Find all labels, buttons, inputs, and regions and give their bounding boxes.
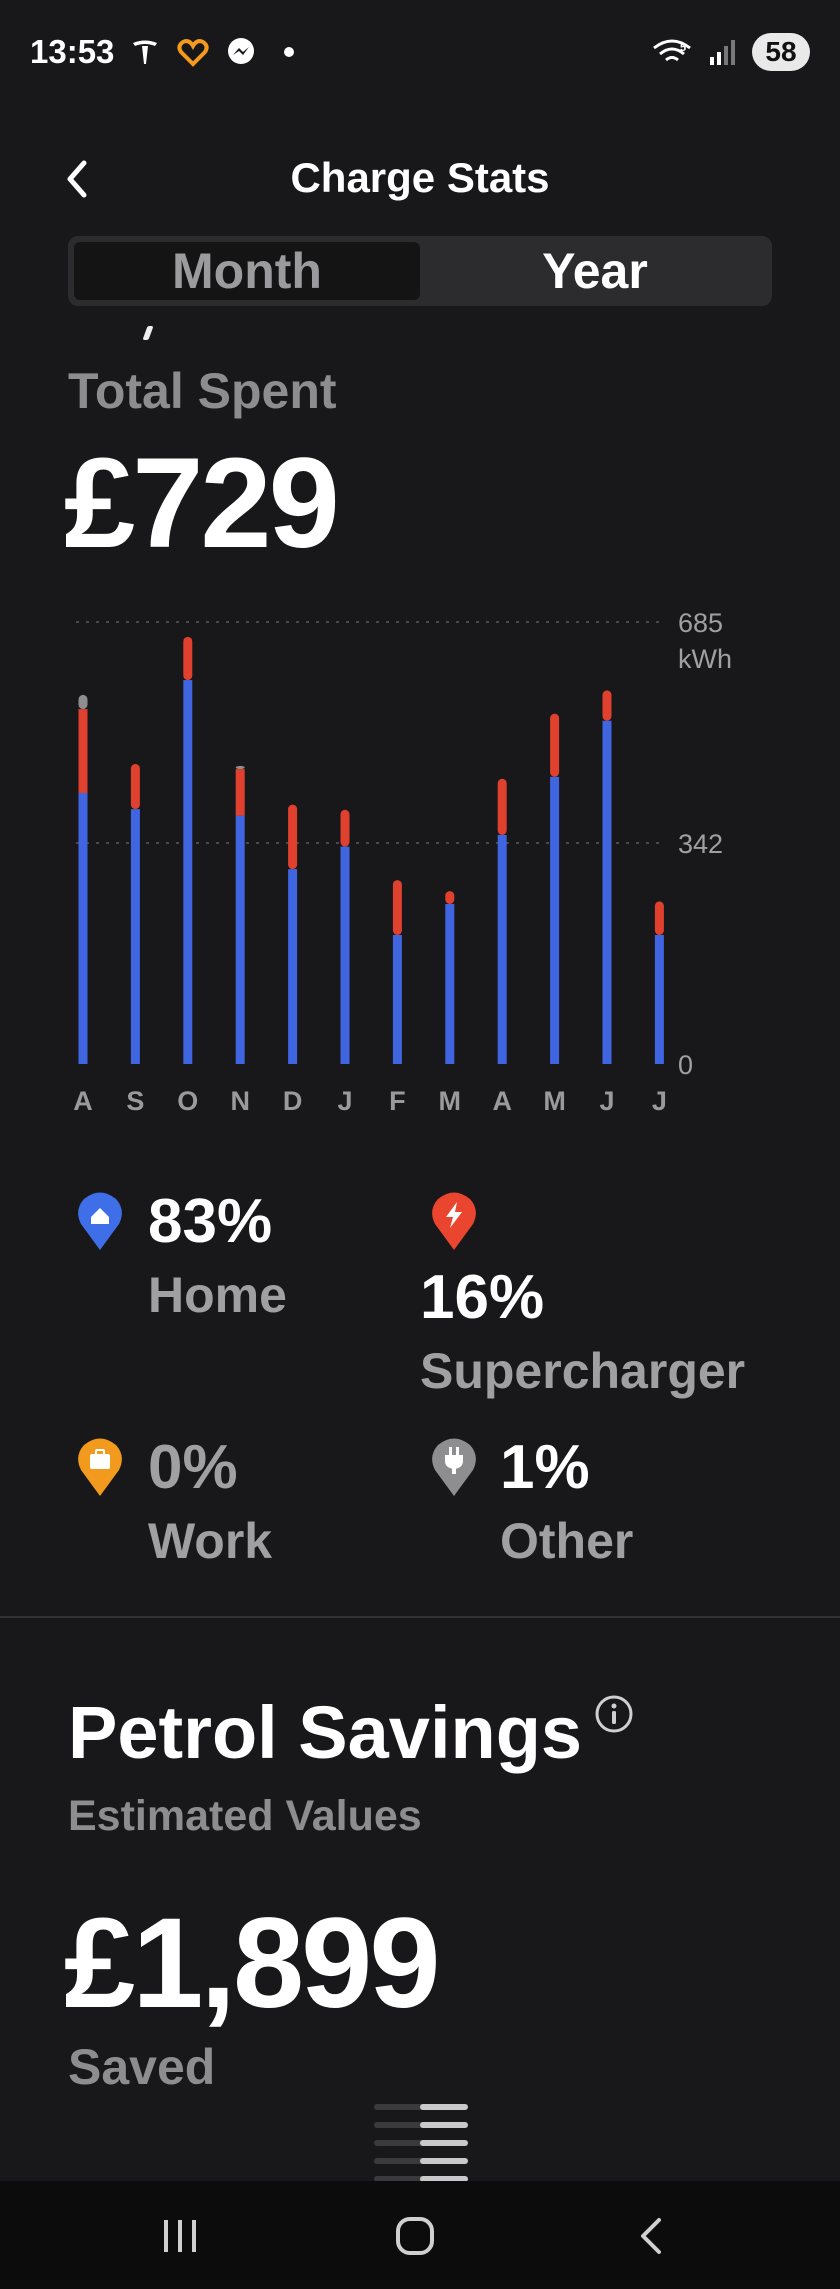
chart-bar-segment bbox=[602, 690, 612, 721]
wifi-icon: 5 bbox=[650, 35, 694, 69]
home-circle-icon bbox=[396, 2217, 434, 2255]
x-tick-label: J bbox=[652, 1086, 667, 1116]
home-label: Home bbox=[148, 1267, 287, 1323]
petrol-savings-subtitle: Estimated Values bbox=[68, 1792, 422, 1840]
y-tick-label: 342 bbox=[678, 829, 723, 859]
supercharger-label: Supercharger bbox=[420, 1343, 746, 1399]
x-tick-label: A bbox=[492, 1086, 512, 1116]
chart-canvas: 6853420kWhA S O N D J F M A M J J bbox=[73, 608, 732, 1116]
chart-bar-segment bbox=[183, 680, 193, 1064]
y-tick-label: 0 bbox=[678, 1050, 693, 1080]
status-left: 13:53 bbox=[30, 33, 306, 71]
work-pin-icon bbox=[78, 1438, 122, 1496]
chart-bar-segment bbox=[392, 934, 402, 1064]
notification-dot-icon bbox=[272, 35, 306, 69]
page-title: Charge Stats bbox=[290, 154, 550, 201]
home-button[interactable] bbox=[380, 2201, 450, 2271]
supercharger-percent: 16% bbox=[420, 1263, 545, 1332]
other-label: Other bbox=[500, 1513, 634, 1569]
messenger-icon bbox=[224, 35, 258, 69]
chart-bar-segment bbox=[392, 880, 402, 935]
chart-bar-segment bbox=[235, 765, 245, 770]
chart-bar-segment bbox=[445, 903, 455, 1064]
chart-bar-segment bbox=[130, 809, 140, 1064]
chart-bar-segment bbox=[340, 846, 350, 1064]
chart-bar-segment bbox=[602, 720, 612, 1064]
chart-bar-segment bbox=[235, 769, 245, 816]
total-spent-label: Total Spent bbox=[68, 363, 337, 419]
status-bar: 13:53 5 58 bbox=[0, 0, 840, 104]
chart-bar-segment bbox=[497, 834, 507, 1064]
x-tick-label: M bbox=[439, 1086, 462, 1116]
petrol-savings-title: Petrol Savings bbox=[68, 1691, 583, 1774]
tab-month[interactable]: Month bbox=[72, 240, 422, 302]
chart-bar-segment bbox=[340, 809, 350, 847]
tab-year[interactable]: Year bbox=[422, 240, 768, 302]
chart-bar-segment bbox=[130, 763, 140, 810]
x-tick-label: D bbox=[283, 1086, 303, 1116]
chart-bar-segment bbox=[497, 778, 507, 835]
chart-bar-segment bbox=[183, 636, 193, 681]
signal-icon bbox=[706, 35, 740, 69]
chart-bar-segment bbox=[78, 709, 88, 793]
header: Charge Stats bbox=[0, 140, 840, 220]
petrol-savings-value: £1,899 bbox=[64, 1892, 440, 2035]
work-label: Work bbox=[148, 1513, 273, 1569]
period-toggle: Month Year bbox=[68, 236, 772, 306]
scroll-fragment bbox=[142, 326, 154, 340]
status-time: 13:53 bbox=[30, 33, 115, 70]
recent-apps-icon bbox=[164, 2220, 196, 2252]
y-tick-label: 685 bbox=[678, 608, 723, 638]
total-spent-value: £729 bbox=[64, 432, 340, 575]
chart-bar-segment bbox=[550, 776, 560, 1064]
chart-bar-segment bbox=[78, 694, 88, 710]
chart-bar-segment bbox=[288, 869, 298, 1064]
battery-indicator: 58 bbox=[752, 33, 810, 71]
network-label: 5 bbox=[680, 42, 686, 54]
home-percent: 83% bbox=[148, 1187, 273, 1256]
x-tick-label: N bbox=[230, 1086, 250, 1116]
chart-bar-segment bbox=[445, 891, 455, 904]
chart-bar-segment bbox=[78, 792, 88, 1064]
y-unit-label: kWh bbox=[678, 644, 732, 674]
x-tick-label: O bbox=[177, 1086, 198, 1116]
recent-apps-button[interactable] bbox=[145, 2201, 215, 2271]
status-right: 5 58 bbox=[650, 33, 810, 71]
heart-app-icon bbox=[176, 35, 210, 69]
section-divider bbox=[0, 1616, 840, 1618]
back-arrow-icon bbox=[641, 2218, 661, 2254]
other-pin-icon bbox=[432, 1438, 476, 1496]
chart-bar-segment bbox=[235, 815, 245, 1064]
chart-bar-segment bbox=[654, 934, 664, 1064]
system-back-button[interactable] bbox=[616, 2201, 686, 2271]
system-nav-bar bbox=[0, 2181, 840, 2289]
charge-chart: 685 342 0 kWh A S O N D J F M A M J J bbox=[0, 600, 840, 1120]
x-tick-label: A bbox=[73, 1086, 93, 1116]
work-percent: 0% bbox=[148, 1433, 238, 1502]
info-icon[interactable] bbox=[594, 1694, 634, 1734]
x-tick-label: F bbox=[389, 1086, 406, 1116]
chart-bar-segment bbox=[550, 713, 560, 777]
x-tick-label: J bbox=[599, 1086, 614, 1116]
chart-bar-segment bbox=[654, 901, 664, 935]
x-tick-label: S bbox=[126, 1086, 144, 1116]
petrol-savings-caption: Saved bbox=[68, 2039, 216, 2095]
tesla-logo-icon bbox=[128, 35, 162, 69]
home-pin-icon bbox=[78, 1192, 122, 1250]
drag-handle-icon[interactable] bbox=[374, 2102, 468, 2182]
supercharger-pin-icon bbox=[432, 1192, 476, 1250]
x-tick-label: J bbox=[337, 1086, 352, 1116]
chart-bar-segment bbox=[288, 804, 298, 870]
other-percent: 1% bbox=[500, 1433, 590, 1502]
x-tick-label: M bbox=[543, 1086, 566, 1116]
